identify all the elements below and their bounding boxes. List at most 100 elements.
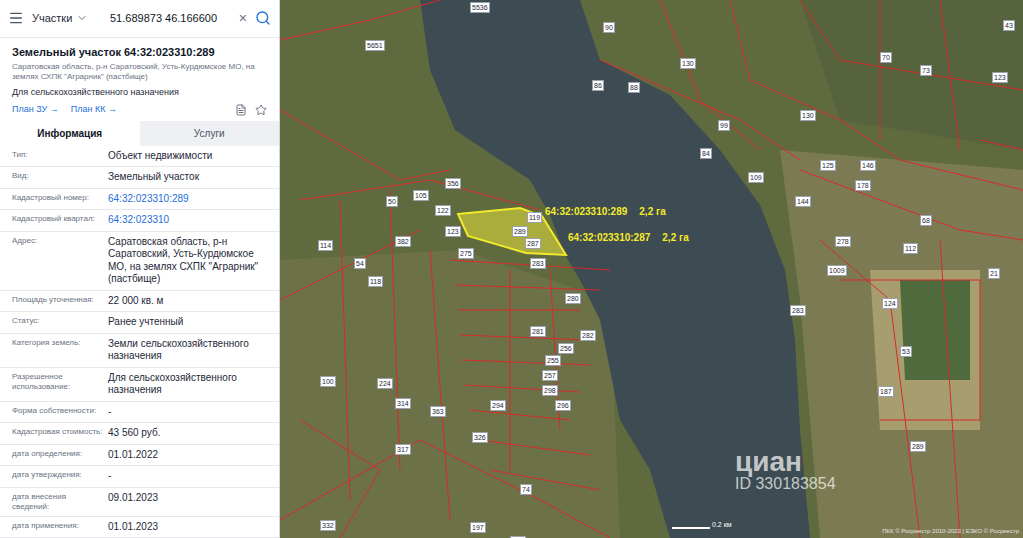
parcel-label[interactable]: 326 bbox=[472, 432, 488, 443]
parcel-label[interactable]: 123 bbox=[992, 72, 1008, 83]
highlight-label: 64:32:023310:2872,2 га bbox=[568, 230, 689, 245]
parcel-label[interactable]: 74 bbox=[520, 484, 532, 495]
document-icon[interactable] bbox=[235, 104, 247, 116]
info-label: Разрешенное использование: bbox=[12, 372, 104, 397]
parcel-label[interactable]: 289 bbox=[910, 441, 926, 452]
star-icon[interactable] bbox=[255, 104, 267, 116]
parcel-label[interactable]: 275 bbox=[458, 248, 474, 259]
tab[interactable]: Информация bbox=[0, 121, 140, 146]
parcel-label[interactable]: 317 bbox=[395, 444, 411, 455]
parcel-label[interactable]: 382 bbox=[395, 236, 411, 247]
search-icon[interactable] bbox=[255, 10, 271, 26]
parcel-label[interactable]: 100 bbox=[320, 376, 336, 387]
parcel-label[interactable]: 257 bbox=[542, 370, 558, 381]
parcel-label[interactable]: 289 bbox=[512, 226, 528, 237]
info-row: Кадастровый квартал:64:32:023310 bbox=[0, 210, 279, 232]
parcel-label[interactable]: 84 bbox=[700, 148, 712, 159]
info-row: Площадь уточненная:22 000 кв. м bbox=[0, 291, 279, 313]
parcel-label[interactable]: 50 bbox=[386, 196, 398, 207]
parcel-label[interactable]: 280 bbox=[565, 293, 581, 304]
parcel-label[interactable]: 130 bbox=[800, 110, 816, 121]
parcel-label[interactable]: 314 bbox=[395, 398, 411, 409]
parcel-label[interactable]: 278 bbox=[835, 236, 851, 247]
search-input[interactable]: 51.689873 46.166600 bbox=[110, 10, 231, 27]
parcel-label[interactable]: 122 bbox=[435, 205, 451, 216]
parcel-label[interactable]: 73 bbox=[920, 65, 932, 76]
parcel-label[interactable]: 119 bbox=[527, 212, 542, 223]
parcel-label[interactable]: 224 bbox=[377, 378, 393, 389]
parcel-label[interactable]: 187 bbox=[878, 386, 894, 397]
parcel-label[interactable]: 178 bbox=[855, 180, 871, 191]
info-value: Саратовская область, р-н Саратовский, Ус… bbox=[108, 236, 267, 286]
parcel-label[interactable]: 5536 bbox=[470, 2, 490, 13]
info-value[interactable]: 64:32:023310:289 bbox=[108, 193, 267, 206]
info-value: 01.01.2022 bbox=[108, 449, 267, 462]
parcel-label[interactable]: 198 bbox=[510, 536, 526, 538]
parcel-label[interactable]: 68 bbox=[920, 215, 932, 226]
parcel-label[interactable]: 296 bbox=[555, 400, 571, 411]
parcel-label[interactable]: 1009 bbox=[827, 265, 847, 276]
parcel-label[interactable]: 124 bbox=[882, 298, 898, 309]
plan-link[interactable]: План ЗУ → bbox=[12, 103, 59, 117]
map[interactable]: 5651 5536 90 86 88 130 130 99 84 70 73 109 178 68 356 1… bbox=[280, 0, 1023, 538]
info-row: Адрес:Саратовская область, р-н Саратовск… bbox=[0, 232, 279, 291]
parcel-label[interactable]: 90 bbox=[603, 22, 615, 33]
search-bar: Участки 51.689873 46.166600 × bbox=[0, 0, 279, 38]
tabs: ИнформацияУслуги bbox=[0, 121, 279, 146]
parcel-label[interactable]: 332 bbox=[320, 520, 336, 531]
parcel-label[interactable]: 88 bbox=[628, 82, 640, 93]
parcel-label[interactable]: 114 bbox=[318, 240, 333, 251]
parcel-label[interactable]: 283 bbox=[790, 305, 806, 316]
parcel-label[interactable]: 144 bbox=[795, 196, 811, 207]
clear-button[interactable]: × bbox=[239, 11, 247, 25]
parcel-label[interactable]: 105 bbox=[413, 190, 429, 201]
info-label: дата применения: bbox=[12, 521, 104, 534]
parcel-label[interactable]: 109 bbox=[748, 172, 764, 183]
parcel-label[interactable]: 112 bbox=[903, 243, 918, 254]
parcel-label[interactable]: 99 bbox=[718, 120, 730, 131]
parcel-label[interactable]: 70 bbox=[880, 52, 892, 63]
info-label: дата определения: bbox=[12, 449, 104, 462]
info-row: Кадастровая стоимость:43 560 руб. bbox=[0, 423, 279, 445]
parcel-label[interactable]: 123 bbox=[445, 226, 461, 237]
parcel-label[interactable]: 54 bbox=[354, 258, 366, 269]
info-row: Категория земель:Земли сельскохозяйствен… bbox=[0, 334, 279, 368]
parcel-label[interactable]: 283 bbox=[530, 258, 546, 269]
parcel-label[interactable]: 281 bbox=[530, 326, 546, 337]
parcel-label[interactable]: 363 bbox=[430, 406, 446, 417]
menu-icon[interactable] bbox=[8, 10, 24, 26]
layer-select[interactable]: Участки bbox=[32, 10, 102, 27]
parcel-label[interactable]: 86 bbox=[592, 80, 604, 91]
highlight-label: 64:32:023310:2892,2 га bbox=[545, 204, 666, 219]
plan-link[interactable]: План КК → bbox=[71, 103, 117, 117]
parcel-label[interactable]: 287 bbox=[525, 238, 541, 249]
tab[interactable]: Услуги bbox=[140, 121, 280, 146]
parcel-label[interactable]: 294 bbox=[490, 400, 506, 411]
parcel-label[interactable]: 5651 bbox=[365, 40, 385, 51]
info-row: дата определения: 01.01.2022 bbox=[0, 445, 279, 467]
info-row: Тип:Объект недвижимости bbox=[0, 146, 279, 168]
parcel-label[interactable]: 130 bbox=[680, 58, 696, 69]
object-title: Земельный участок 64:32:023310:289 bbox=[12, 46, 267, 60]
parcel-label[interactable]: 118 bbox=[368, 276, 383, 287]
parcel-label[interactable]: 21 bbox=[988, 268, 1000, 279]
info-value[interactable]: 64:32:023310 bbox=[108, 214, 267, 227]
parcel-label[interactable]: 146 bbox=[860, 160, 876, 171]
parcel-label[interactable]: 125 bbox=[820, 160, 836, 171]
parcel-label[interactable]: 53 bbox=[900, 346, 912, 357]
parcel-label[interactable]: 43 bbox=[1003, 20, 1015, 31]
info-row: дата применения:01.01.2023 bbox=[0, 517, 279, 538]
parcel-label[interactable]: 197 bbox=[470, 522, 486, 533]
attribution: ПКК © Росреестр 2010-2023 | ЕЭКО © Росре… bbox=[882, 527, 1019, 536]
parcel-label[interactable]: 255 bbox=[545, 355, 561, 366]
info-value: Для сельскохозяйственного назначения bbox=[108, 372, 267, 397]
chevron-down-icon bbox=[76, 12, 88, 24]
parcel-label[interactable]: 282 bbox=[580, 330, 596, 341]
parcel-label[interactable]: 298 bbox=[542, 385, 558, 396]
parcel-label[interactable]: 356 bbox=[445, 178, 461, 189]
info-label: Статус: bbox=[12, 316, 104, 329]
info-value: 43 560 руб. bbox=[108, 427, 267, 440]
parcel-label[interactable]: 256 bbox=[558, 343, 574, 354]
info-row: Статус:Ранее учтенный bbox=[0, 312, 279, 334]
info-row: дата утверждения:- bbox=[0, 466, 279, 488]
